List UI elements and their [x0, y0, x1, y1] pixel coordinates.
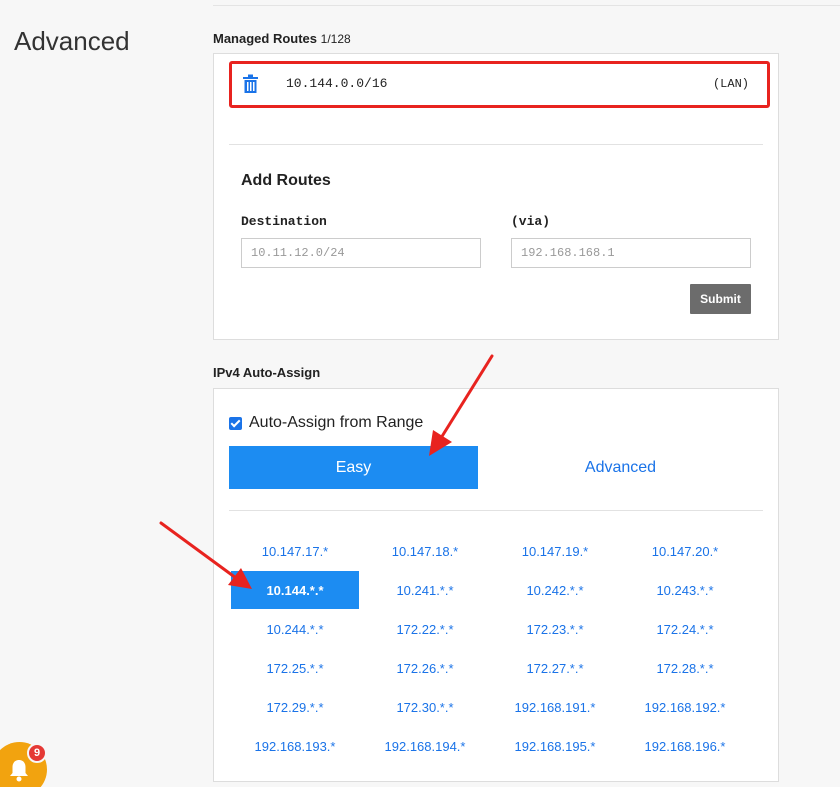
range-option[interactable]: 192.168.195.* — [491, 727, 619, 765]
trash-icon[interactable] — [242, 74, 259, 94]
ipv4-heading: IPv4 Auto-Assign — [213, 365, 321, 380]
range-option[interactable]: 192.168.193.* — [231, 727, 359, 765]
routes-divider — [229, 144, 763, 145]
range-option[interactable]: 10.147.20.* — [621, 532, 749, 570]
top-divider — [213, 5, 840, 6]
auto-assign-row[interactable]: Auto-Assign from Range — [229, 414, 423, 432]
section-title: Advanced — [14, 26, 130, 56]
via-label: (via) — [511, 214, 551, 229]
route-row: 10.144.0.0/16 (LAN) — [229, 61, 770, 108]
destination-label: Destination — [241, 214, 327, 229]
tab-advanced[interactable]: Advanced — [496, 446, 745, 489]
range-option[interactable]: 172.27.*.* — [491, 649, 619, 687]
managed-routes-title: Managed Routes — [213, 31, 318, 46]
tabs-divider — [229, 510, 763, 511]
range-option[interactable]: 172.28.*.* — [621, 649, 749, 687]
managed-routes-heading: Managed Routes 1/128 — [213, 31, 351, 46]
range-option[interactable]: 172.30.*.* — [361, 688, 489, 726]
via-input[interactable] — [511, 238, 751, 268]
range-option[interactable]: 10.241.*.* — [361, 571, 489, 609]
range-option[interactable]: 192.168.191.* — [491, 688, 619, 726]
range-option[interactable]: 172.24.*.* — [621, 610, 749, 648]
range-option[interactable]: 192.168.196.* — [621, 727, 749, 765]
range-option[interactable]: 192.168.192.* — [621, 688, 749, 726]
auto-assign-label: Auto-Assign from Range — [249, 414, 424, 431]
route-destination: 10.144.0.0/16 — [286, 76, 388, 91]
tab-easy[interactable]: Easy — [229, 446, 478, 489]
auto-assign-checkbox[interactable] — [229, 416, 242, 430]
range-option[interactable]: 10.242.*.* — [491, 571, 619, 609]
route-tag: (LAN) — [712, 77, 749, 91]
add-routes-title: Add Routes — [241, 172, 331, 189]
range-option[interactable]: 10.147.19.* — [491, 532, 619, 570]
range-option[interactable]: 172.29.*.* — [231, 688, 359, 726]
range-option[interactable]: 172.23.*.* — [491, 610, 619, 648]
range-option[interactable]: 10.243.*.* — [621, 571, 749, 609]
range-option[interactable]: 10.144.*.* — [231, 571, 359, 609]
range-option[interactable]: 172.22.*.* — [361, 610, 489, 648]
range-option[interactable]: 172.25.*.* — [231, 649, 359, 687]
range-option[interactable]: 172.26.*.* — [361, 649, 489, 687]
bell-icon — [8, 758, 30, 787]
destination-input[interactable] — [241, 238, 481, 268]
managed-routes-count: 1/128 — [320, 32, 351, 46]
range-option[interactable]: 10.244.*.* — [231, 610, 359, 648]
submit-button[interactable]: Submit — [690, 284, 751, 314]
range-option[interactable]: 192.168.194.* — [361, 727, 489, 765]
range-option[interactable]: 10.147.18.* — [361, 532, 489, 570]
range-option[interactable]: 10.147.17.* — [231, 532, 359, 570]
notification-count-badge: 9 — [27, 743, 47, 763]
